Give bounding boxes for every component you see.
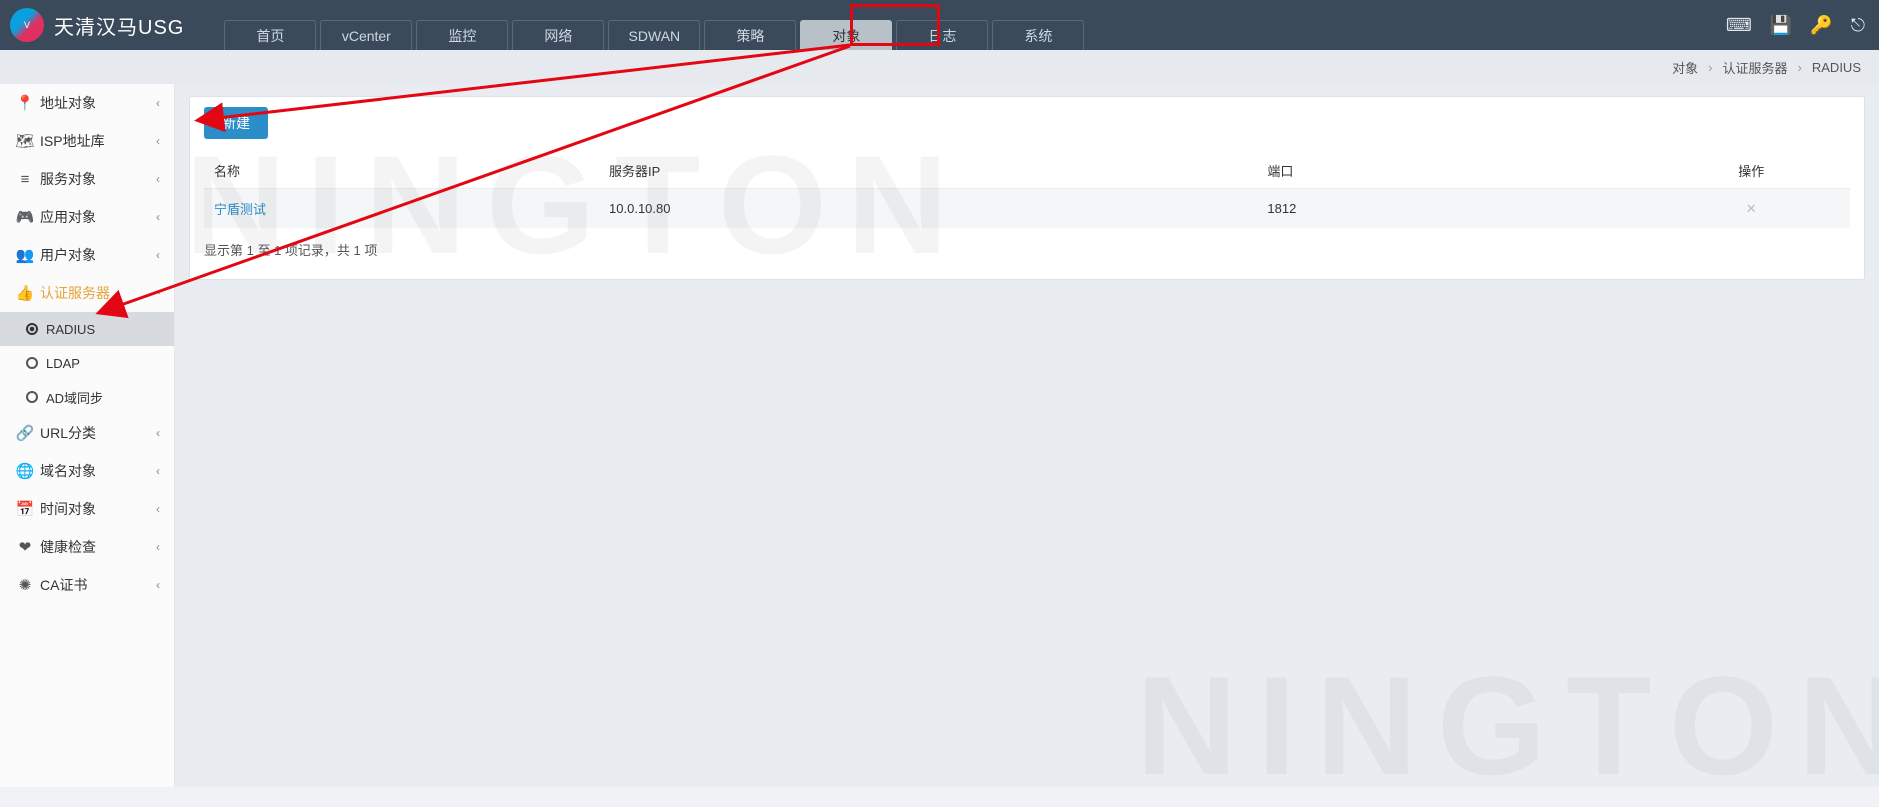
nav-tab-vcenter[interactable]: vCenter xyxy=(320,20,412,50)
sidebar-sub-label: LDAP xyxy=(46,356,80,371)
nav-tab-system[interactable]: 系统 xyxy=(992,20,1084,50)
save-icon[interactable]: 💾 xyxy=(1770,15,1792,36)
sidebar-item-health[interactable]: ❤ 健康检查 ‹ xyxy=(0,528,174,566)
new-button[interactable]: 新建 xyxy=(204,107,268,139)
chevron-left-icon: ‹ xyxy=(156,96,160,110)
chevron-left-icon: ‹ xyxy=(156,248,160,262)
sidebar-item-label: 健康检查 xyxy=(40,537,156,557)
col-name: 名称 xyxy=(204,153,599,189)
layout: 📍 地址对象 ‹ 🗺 ISP地址库 ‹ ≡ 服务对象 ‹ 🎮 应用对象 ‹ 👥 … xyxy=(0,84,1879,787)
table-row[interactable]: 宁盾测试 10.0.10.80 1812 ✕ xyxy=(204,189,1850,229)
nav-tab-log[interactable]: 日志 xyxy=(896,20,988,50)
sidebar-item-isp[interactable]: 🗺 ISP地址库 ‹ xyxy=(0,122,174,160)
thumb-icon: 👍 xyxy=(14,284,36,302)
col-op: 操作 xyxy=(1652,153,1850,189)
watermark: NINGTON xyxy=(1136,645,1879,807)
chevron-left-icon: ‹ xyxy=(156,502,160,516)
map-icon: 🗺 xyxy=(14,132,36,150)
sidebar-item-label: 认证服务器 xyxy=(40,283,156,303)
sidebar-item-address[interactable]: 📍 地址对象 ‹ xyxy=(0,84,174,122)
breadcrumb-sep-icon: › xyxy=(1798,60,1802,75)
delete-row-button[interactable]: ✕ xyxy=(1652,189,1850,229)
table-header-row: 名称 服务器IP 端口 操作 xyxy=(204,153,1850,189)
sidebar-item-url[interactable]: 🔗 URL分类 ‹ xyxy=(0,414,174,452)
main-nav: 首页 vCenter 监控 网络 SDWAN 策略 对象 日志 系统 xyxy=(224,0,1084,50)
row-name-link[interactable]: 宁盾测试 xyxy=(214,202,266,217)
sidebar-item-service[interactable]: ≡ 服务对象 ‹ xyxy=(0,160,174,198)
nav-tab-home[interactable]: 首页 xyxy=(224,20,316,50)
sidebar-item-label: ISP地址库 xyxy=(40,131,156,151)
chevron-left-icon: ‹ xyxy=(156,464,160,478)
sidebar-sub-label: AD域同步 xyxy=(46,388,103,407)
cell-ip: 10.0.10.80 xyxy=(599,189,1257,229)
sidebar-item-label: 地址对象 xyxy=(40,93,156,113)
sidebar-item-domain[interactable]: 🌐 域名对象 ‹ xyxy=(0,452,174,490)
logo-icon: V xyxy=(10,8,44,42)
link-icon: 🔗 xyxy=(14,424,36,442)
calendar-icon: 📅 xyxy=(14,500,36,518)
breadcrumb-radius[interactable]: RADIUS xyxy=(1812,60,1861,75)
chevron-left-icon: ‹ xyxy=(156,210,160,224)
col-port: 端口 xyxy=(1257,153,1652,189)
sidebar-item-label: 时间对象 xyxy=(40,499,156,519)
chevron-left-icon: ‹ xyxy=(156,172,160,186)
breadcrumb-object[interactable]: 对象 xyxy=(1672,58,1698,77)
cell-name: 宁盾测试 xyxy=(204,189,599,229)
breadcrumb-sep-icon: › xyxy=(1708,60,1712,75)
sidebar: 📍 地址对象 ‹ 🗺 ISP地址库 ‹ ≡ 服务对象 ‹ 🎮 应用对象 ‹ 👥 … xyxy=(0,84,175,787)
key-icon[interactable]: 🔑 xyxy=(1810,15,1832,36)
sidebar-item-label: 域名对象 xyxy=(40,461,156,481)
nav-tab-network[interactable]: 网络 xyxy=(512,20,604,50)
product-name: 天清汉马USG xyxy=(54,11,184,40)
breadcrumb: 对象 › 认证服务器 › RADIUS xyxy=(0,50,1879,84)
pager-text: 显示第 1 至 1 项记录，共 1 项 xyxy=(204,240,1850,259)
col-ip: 服务器IP xyxy=(599,153,1257,189)
logo-block: V 天清汉马USG xyxy=(10,8,184,42)
chevron-left-icon: ‹ xyxy=(156,540,160,554)
chevron-left-icon: ‹ xyxy=(156,578,160,592)
users-icon: 👥 xyxy=(14,246,36,264)
cert-icon: ✺ xyxy=(14,576,36,594)
sidebar-item-label: URL分类 xyxy=(40,423,156,443)
chevron-left-icon: ‹ xyxy=(156,426,160,440)
radio-icon xyxy=(26,323,38,335)
console-icon[interactable]: ⌨ xyxy=(1726,15,1752,36)
sidebar-item-time[interactable]: 📅 时间对象 ‹ xyxy=(0,490,174,528)
nav-tab-monitor[interactable]: 监控 xyxy=(416,20,508,50)
nav-tab-sdwan[interactable]: SDWAN xyxy=(608,20,700,50)
top-right-icons: ⌨ 💾 🔑 ⎋ xyxy=(1726,0,1865,50)
sidebar-item-user[interactable]: 👥 用户对象 ‹ xyxy=(0,236,174,274)
nav-tab-policy[interactable]: 策略 xyxy=(704,20,796,50)
heart-icon: ❤ xyxy=(14,538,36,556)
sidebar-sub-radius[interactable]: RADIUS xyxy=(0,312,174,346)
radio-icon xyxy=(26,357,38,369)
breadcrumb-auth[interactable]: 认证服务器 xyxy=(1723,58,1788,77)
top-bar: V 天清汉马USG 首页 vCenter 监控 网络 SDWAN 策略 对象 日… xyxy=(0,0,1879,50)
list-icon: ≡ xyxy=(14,171,36,188)
pin-icon: 📍 xyxy=(14,94,36,112)
sidebar-item-label: 应用对象 xyxy=(40,207,156,227)
globe-icon: 🌐 xyxy=(14,462,36,480)
main-content: 新建 名称 服务器IP 端口 操作 宁盾测试 10.0.10.80 1812 xyxy=(175,84,1879,787)
sidebar-item-label: 用户对象 xyxy=(40,245,156,265)
logout-icon[interactable]: ⎋ xyxy=(1851,15,1865,36)
nav-tab-object[interactable]: 对象 xyxy=(800,20,892,50)
radio-icon xyxy=(26,391,38,403)
sidebar-item-ca[interactable]: ✺ CA证书 ‹ xyxy=(0,566,174,604)
sidebar-item-label: CA证书 xyxy=(40,575,156,595)
chevron-down-icon: ‹ xyxy=(151,291,165,295)
radius-panel: 新建 名称 服务器IP 端口 操作 宁盾测试 10.0.10.80 1812 xyxy=(189,96,1865,280)
cell-port: 1812 xyxy=(1257,189,1652,229)
sidebar-item-app[interactable]: 🎮 应用对象 ‹ xyxy=(0,198,174,236)
sidebar-sub-ad[interactable]: AD域同步 xyxy=(0,380,174,414)
sidebar-item-authserver[interactable]: 👍 认证服务器 ‹ xyxy=(0,274,174,312)
sidebar-item-label: 服务对象 xyxy=(40,169,156,189)
sidebar-sub-ldap[interactable]: LDAP xyxy=(0,346,174,380)
app-icon: 🎮 xyxy=(14,208,36,226)
chevron-left-icon: ‹ xyxy=(156,134,160,148)
sidebar-sub-label: RADIUS xyxy=(46,322,95,337)
radius-table: 名称 服务器IP 端口 操作 宁盾测试 10.0.10.80 1812 ✕ xyxy=(204,153,1850,228)
